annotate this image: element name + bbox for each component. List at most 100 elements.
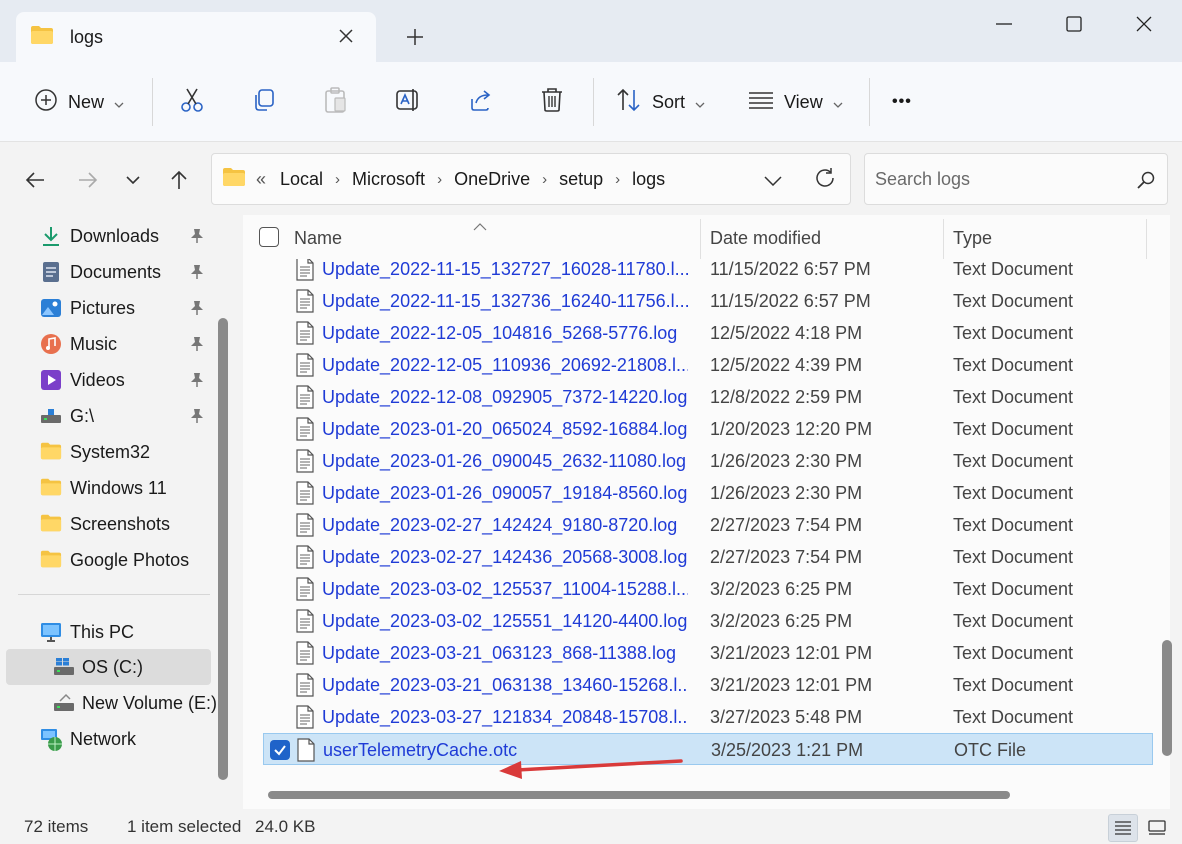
table-row[interactable]: Update_2023-01-20_065024_8592-16884.log 1… xyxy=(263,413,1153,445)
table-row[interactable]: Update_2023-03-02_125551_14120-4400.log 3… xyxy=(263,605,1153,637)
file-name[interactable]: Update_2022-12-05_110936_20692-21808.l..… xyxy=(322,355,688,376)
tab-logs[interactable]: logs xyxy=(16,12,376,62)
see-more-button[interactable]: ••• xyxy=(892,80,912,124)
chevron-right-icon[interactable]: › xyxy=(335,171,340,188)
sidebar-item-pictures[interactable]: Pictures xyxy=(6,290,211,326)
table-row[interactable]: Update_2023-03-21_063123_868-11388.log 3/… xyxy=(263,637,1153,669)
table-row[interactable]: Update_2023-01-26_090057_19184-8560.log 1… xyxy=(263,477,1153,509)
table-row[interactable]: Update_2022-11-15_132736_16240-11756.l..… xyxy=(263,285,1153,317)
copy-button[interactable] xyxy=(251,80,277,124)
rename-button[interactable] xyxy=(395,80,421,124)
table-row-selected[interactable]: userTelemetryCache.otc 3/25/2023 1:21 PM O… xyxy=(263,733,1153,765)
file-name[interactable]: Update_2023-02-27_142436_20568-3008.log xyxy=(322,547,688,568)
pin-icon[interactable] xyxy=(190,336,204,357)
view-button[interactable]: View xyxy=(748,80,843,124)
column-name[interactable]: Name xyxy=(294,228,342,249)
details-view-icon[interactable] xyxy=(1108,814,1138,842)
cut-button[interactable] xyxy=(179,80,205,124)
breadcrumb-microsoft[interactable]: Microsoft xyxy=(352,169,425,190)
file-name[interactable]: Update_2022-11-15_132727_16028-11780.l..… xyxy=(322,259,688,280)
select-all-checkbox[interactable] xyxy=(259,227,279,247)
table-row[interactable]: Update_2023-02-27_142424_9180-8720.log 2/… xyxy=(263,509,1153,541)
file-name[interactable]: Update_2023-03-27_121834_20848-15708.l..… xyxy=(322,707,688,728)
new-tab-plus-icon[interactable] xyxy=(400,22,430,52)
table-row[interactable]: Update_2023-03-27_121834_20848-15708.l..… xyxy=(263,701,1153,733)
horizontal-scrollbar[interactable] xyxy=(268,791,1010,799)
paste-button[interactable] xyxy=(323,80,349,124)
column-type[interactable]: Type xyxy=(953,228,992,249)
recent-locations-chevron-icon[interactable] xyxy=(116,163,150,197)
column-divider[interactable] xyxy=(700,219,701,259)
close-tab-icon[interactable] xyxy=(334,24,358,48)
file-name[interactable]: Update_2022-11-15_132736_16240-11756.l..… xyxy=(322,291,688,312)
sidebar-item-new-volume-e[interactable]: New Volume (E:) xyxy=(6,685,217,721)
column-date-modified[interactable]: Date modified xyxy=(710,228,821,249)
file-name[interactable]: Update_2023-01-26_090057_19184-8560.log xyxy=(322,483,688,504)
file-name[interactable]: Update_2023-03-21_063123_868-11388.log xyxy=(322,643,688,664)
status-bar: 72 items 1 item selected 24.0 KB xyxy=(0,809,1182,844)
sidebar-item-music[interactable]: Music xyxy=(6,326,211,362)
up-arrow-icon[interactable] xyxy=(162,163,196,197)
table-row[interactable]: Update_2023-01-26_090045_2632-11080.log 1… xyxy=(263,445,1153,477)
sidebar-item-screenshots[interactable]: Screenshots xyxy=(6,506,211,542)
sidebar-scrollbar[interactable] xyxy=(218,318,228,780)
address-history-chevron-icon[interactable] xyxy=(764,170,782,191)
sidebar-item-g-drive[interactable]: G:\ xyxy=(6,398,211,434)
minimize-icon[interactable] xyxy=(976,6,1032,42)
sidebar-item-documents[interactable]: Documents xyxy=(6,254,211,290)
sidebar-item-os-c[interactable]: OS (C:) xyxy=(6,649,211,685)
forward-arrow-icon[interactable] xyxy=(71,163,105,197)
table-row[interactable]: Update_2023-03-02_125537_11004-15288.l..… xyxy=(263,573,1153,605)
breadcrumb-overflow[interactable]: « xyxy=(256,169,266,190)
file-name[interactable]: Update_2023-03-02_125537_11004-15288.l..… xyxy=(322,579,688,600)
table-row[interactable]: Update_2022-12-05_110936_20692-21808.l..… xyxy=(263,349,1153,381)
breadcrumb-local[interactable]: Local xyxy=(280,169,323,190)
search-icon[interactable] xyxy=(1137,171,1155,194)
chevron-right-icon[interactable]: › xyxy=(542,171,547,188)
file-name[interactable]: Update_2023-01-26_090045_2632-11080.log xyxy=(322,451,688,472)
tiles-view-icon[interactable] xyxy=(1142,814,1172,842)
file-name[interactable]: Update_2023-02-27_142424_9180-8720.log xyxy=(322,515,688,536)
sidebar-item-google-photos[interactable]: Google Photos xyxy=(6,542,211,578)
chevron-right-icon[interactable]: › xyxy=(615,171,620,188)
search-input[interactable] xyxy=(875,168,1125,190)
pin-icon[interactable] xyxy=(190,300,204,321)
column-divider[interactable] xyxy=(943,219,944,259)
vertical-scrollbar[interactable] xyxy=(1162,640,1172,756)
pin-icon[interactable] xyxy=(190,264,204,285)
table-row[interactable]: Update_2023-02-27_142436_20568-3008.log 2… xyxy=(263,541,1153,573)
file-name[interactable]: Update_2022-12-05_104816_5268-5776.log xyxy=(322,323,688,344)
back-arrow-icon[interactable] xyxy=(18,163,52,197)
pin-icon[interactable] xyxy=(190,372,204,393)
sort-button[interactable]: Sort xyxy=(616,80,705,124)
pin-icon[interactable] xyxy=(190,228,204,249)
close-window-icon[interactable] xyxy=(1116,6,1172,42)
file-name[interactable]: Update_2023-03-02_125551_14120-4400.log xyxy=(322,611,688,632)
row-checkbox-checked[interactable] xyxy=(270,740,290,760)
sidebar-item-this-pc[interactable]: This PC xyxy=(6,614,211,650)
sidebar-item-network[interactable]: Network xyxy=(6,721,211,757)
table-row[interactable]: Update_2023-03-21_063138_13460-15268.l..… xyxy=(263,669,1153,701)
table-row[interactable]: Update_2022-12-08_092905_7372-14220.log 1… xyxy=(263,381,1153,413)
table-row[interactable]: Update_2022-12-05_104816_5268-5776.log 12… xyxy=(263,317,1153,349)
address-bar[interactable]: « Local › Microsoft › OneDrive › setup ›… xyxy=(211,153,851,205)
sidebar-item-videos[interactable]: Videos xyxy=(6,362,211,398)
column-divider[interactable] xyxy=(1146,219,1147,259)
share-button[interactable] xyxy=(468,80,494,124)
new-button[interactable]: New xyxy=(34,80,124,124)
file-name[interactable]: Update_2023-03-21_063138_13460-15268.l..… xyxy=(322,675,688,696)
sidebar-item-windows-11[interactable]: Windows 11 xyxy=(6,470,211,506)
pin-icon[interactable] xyxy=(190,408,204,429)
refresh-icon[interactable] xyxy=(814,167,836,194)
chevron-right-icon[interactable]: › xyxy=(437,171,442,188)
breadcrumb-setup[interactable]: setup xyxy=(559,169,603,190)
maximize-icon[interactable] xyxy=(1046,6,1102,42)
sidebar-item-system32[interactable]: System32 xyxy=(6,434,211,470)
search-box[interactable] xyxy=(864,153,1168,205)
delete-button[interactable] xyxy=(540,80,564,124)
breadcrumb-logs[interactable]: logs xyxy=(632,169,665,190)
file-name[interactable]: Update_2022-12-08_092905_7372-14220.log xyxy=(322,387,688,408)
breadcrumb-onedrive[interactable]: OneDrive xyxy=(454,169,530,190)
file-name[interactable]: Update_2023-01-20_065024_8592-16884.log xyxy=(322,419,688,440)
sidebar-item-downloads[interactable]: Downloads xyxy=(6,218,211,254)
